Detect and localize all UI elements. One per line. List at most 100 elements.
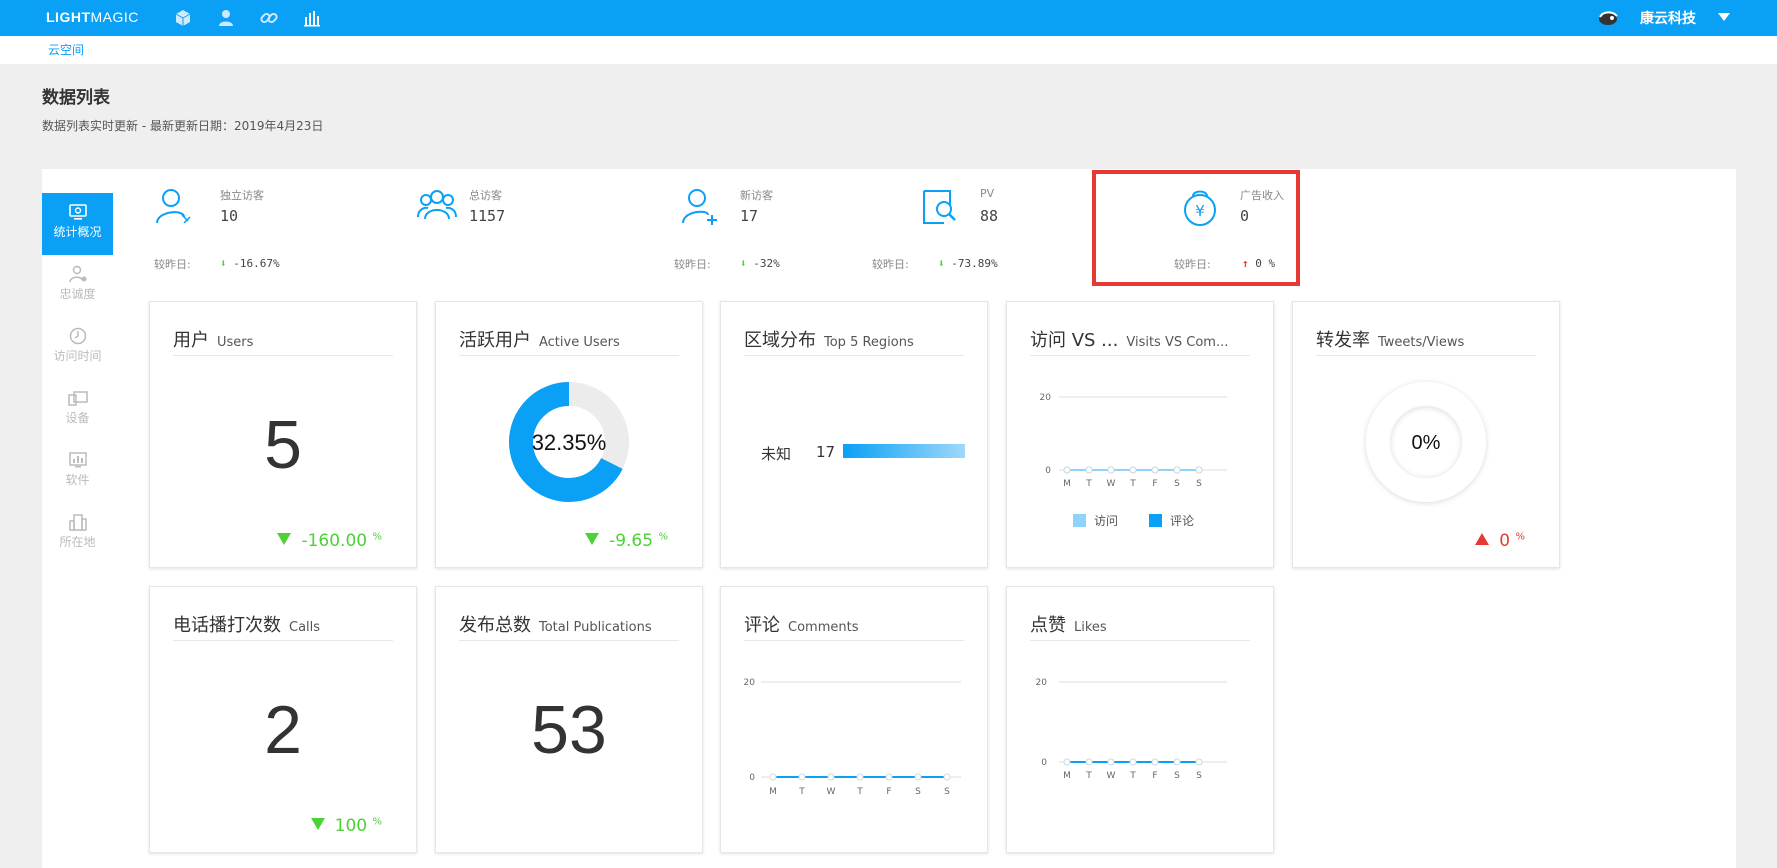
x-tick-label: S [1174,771,1180,781]
card-visits-vs-comments: 访问 VS ... Visits VS Com... 0 20 M T W T F S S 访问 … [1006,301,1274,568]
change-unit: % [372,531,382,543]
app-logo[interactable]: LIGHTMAGIC [46,9,139,25]
users-count: 5 [264,407,302,483]
company-name[interactable]: 康云科技 [1640,8,1696,28]
donut-label: 0% [1412,432,1441,454]
arrow-down-icon: ⬇ [220,257,227,270]
data-point [1195,466,1203,474]
stat-new-visitors: 新访客 17 较昨日: ⬇ -32% [632,187,832,271]
legend-item-comments: 评论 [1149,512,1194,529]
stat-value: 17 [740,207,759,225]
stat-change-value: -32% [753,257,780,270]
data-point [1195,758,1203,766]
breadcrumb-bar: 云空间 [0,36,1777,64]
legend-label: 访问 [1094,514,1119,528]
x-tick-label: M [769,787,777,797]
sidebar-item-label: 统计概况 [53,225,102,239]
x-tick-label: M [1063,771,1071,781]
x-tick-label: F [1152,479,1157,489]
group-icon [417,190,457,220]
card-subtitle: Users [217,335,254,350]
card-title: 发布总数 [459,615,531,636]
data-point [798,773,806,781]
building-icon [68,514,87,531]
x-tick-label: T [856,787,863,797]
change-value: 0 [1499,531,1511,551]
card-title: 电话播打次数 [173,615,281,636]
card-title: 区域分布 [744,330,816,351]
data-point [1129,758,1137,766]
change-value: -9.65 [609,531,654,551]
triangle-down-icon [585,533,600,545]
x-tick-label: T [1085,771,1092,781]
active-users-donut: 32.35% [509,382,629,502]
card-calls: 电话播打次数 Calls 2 100 % [149,586,417,853]
stat-change-value: -73.89% [951,257,998,270]
likes-line-chart: 0 20 M T W T F S S [1036,678,1227,781]
visits-line-chart: 0 20 M T W T F S S [1040,393,1227,489]
sidebar-item-loyalty[interactable]: 忠诚度 [42,255,113,317]
card-regions: 区域分布 Top 5 Regions 未知 17 [720,301,988,568]
data-point [1085,466,1093,474]
data-point [1151,758,1159,766]
comments-line-chart: 0 20 M T W T F S S [744,678,961,797]
card-total-publications: 发布总数 Total Publications 53 [435,586,703,853]
avatar[interactable] [1597,8,1619,28]
top-nav-bar: LIGHTMAGIC 康云科技 [0,0,1777,36]
sidebar-item-software[interactable]: 软件 [42,441,113,503]
breadcrumb[interactable]: 云空间 [48,41,84,58]
link-icon[interactable] [259,8,279,28]
card-subtitle: Top 5 Regions [824,335,914,350]
arrow-down-icon: ⬇ [938,257,945,270]
cube-icon[interactable] [173,8,193,28]
data-point [914,773,922,781]
triangle-down-icon [310,818,325,830]
data-point [1129,466,1137,474]
data-point [1107,466,1115,474]
sidebar-item-overview[interactable]: 统计概况 [42,193,113,255]
legend-label: 评论 [1170,514,1195,528]
stat-pv: PV 88 较昨日: ⬇ -73.89% [872,187,1072,271]
stat-value: 88 [980,207,999,225]
bar-chart-icon[interactable] [302,8,322,28]
change-unit: % [658,531,668,543]
change-unit: % [1515,531,1525,543]
x-tick-label: F [886,787,891,797]
stat-compare-label: 较昨日: [674,258,711,271]
x-tick-label: W [1107,479,1116,489]
y-tick-label: 20 [744,678,756,688]
x-tick-label: S [915,787,921,797]
data-point [1151,466,1159,474]
stat-value: 10 [220,207,239,225]
sidebar-item-label: 软件 [65,473,90,487]
software-icon [68,452,87,468]
page-title: 数据列表 [42,88,110,108]
card-header: 用户 Users [173,326,393,356]
data-point [943,773,951,781]
publications-count: 53 [531,692,607,768]
region-value: 17 [816,443,836,461]
stat-change: ⬇ -16.67% [220,257,280,270]
x-tick-label: W [1107,771,1116,781]
legend-swatch [1149,514,1162,527]
stat-name: 总访客 [469,189,502,202]
users-icon[interactable] [216,8,236,28]
sidebar-item-label: 设备 [65,411,90,425]
logo-thin-text: MAGIC [90,9,139,25]
data-point [1063,466,1071,474]
x-tick-label: W [827,787,836,797]
data-point [1107,758,1115,766]
stat-change-value: -16.67% [233,257,280,270]
sidebar-item-location[interactable]: 所在地 [42,503,113,565]
stat-compare-label: 较昨日: [872,258,909,271]
sidebar-item-label: 访问时间 [53,349,102,363]
x-tick-label: T [798,787,805,797]
calls-change: 100 % [310,816,382,836]
sidebar-item-visit-time[interactable]: 访问时间 [42,317,113,379]
data-point [1085,758,1093,766]
dashboard-panel: 统计概况 忠诚度 访问时间 设备 软件 所在地 独立访客 10 较昨日: ⬇ -… [42,169,1736,868]
chevron-down-icon[interactable] [1718,13,1730,21]
data-point [769,773,777,781]
data-point [856,773,864,781]
sidebar-item-devices[interactable]: 设备 [42,379,113,441]
